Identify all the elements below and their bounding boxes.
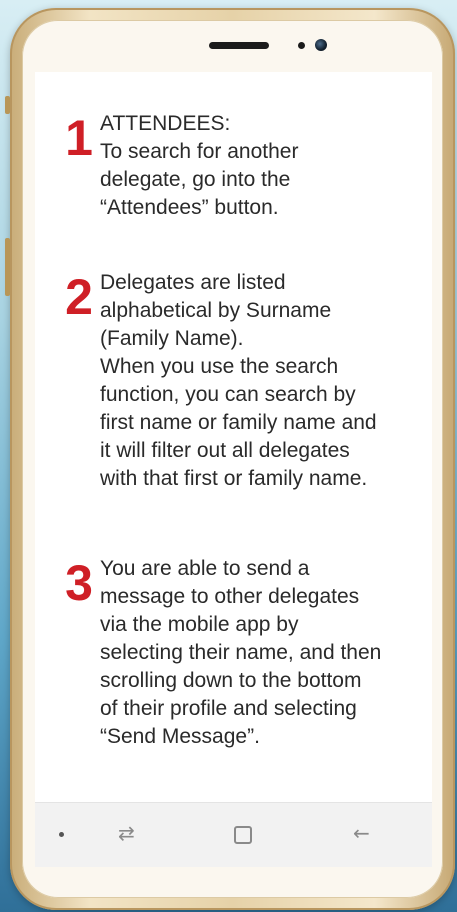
step-line: selecting their name, and then — [100, 641, 382, 664]
step-line: first name or family name and — [100, 411, 377, 434]
step-line: You are able to send a — [100, 557, 310, 580]
step-line: (Family Name). — [100, 327, 244, 350]
step-line: with that first or family name. — [100, 467, 368, 490]
step-number: 2 — [65, 269, 93, 325]
phone-screen: 1 ATTENDEES: To search for another deleg… — [35, 72, 432, 802]
earpiece-speaker — [209, 42, 269, 49]
step-3: 3 You are able to send a message to othe… — [62, 555, 381, 751]
step-text: ATTENDEES: To search for another delegat… — [100, 110, 298, 222]
step-line: via the mobile app by — [100, 613, 299, 636]
android-nav-bar: ⇄ ← — [35, 802, 432, 867]
step-text: You are able to send a message to other … — [100, 555, 381, 751]
step-line: ATTENDEES: — [100, 112, 231, 135]
step-number: 3 — [65, 555, 93, 611]
switch-apps-icon[interactable]: ⇄ — [118, 821, 135, 845]
back-arrow-icon[interactable]: ← — [353, 821, 370, 845]
step-line: “Attendees” button. — [100, 196, 279, 219]
step-1: 1 ATTENDEES: To search for another deleg… — [62, 110, 298, 222]
step-line: delegate, go into the — [100, 168, 291, 191]
step-line: When you use the search — [100, 355, 339, 378]
step-line: function, you can search by — [100, 383, 356, 406]
home-square-icon[interactable] — [234, 826, 252, 844]
sensor-dot — [298, 42, 305, 49]
front-camera-icon — [315, 39, 327, 51]
step-line: alphabetical by Surname — [100, 299, 332, 322]
step-number: 1 — [65, 110, 93, 166]
side-button — [5, 96, 10, 114]
step-line: Delegates are listed — [100, 271, 286, 294]
step-2: 2 Delegates are listed alphabetical by S… — [62, 269, 377, 493]
step-line: of their profile and selecting — [100, 697, 357, 720]
step-text: Delegates are listed alphabetical by Sur… — [100, 269, 377, 493]
step-line: message to other delegates — [100, 585, 360, 608]
step-line: it will filter out all delegates — [100, 439, 350, 462]
volume-button — [5, 238, 10, 296]
nav-dot-icon[interactable] — [59, 832, 64, 837]
step-line: scrolling down to the bottom — [100, 669, 362, 692]
step-line: “Send Message”. — [100, 725, 260, 748]
step-line: To search for another — [100, 140, 299, 163]
